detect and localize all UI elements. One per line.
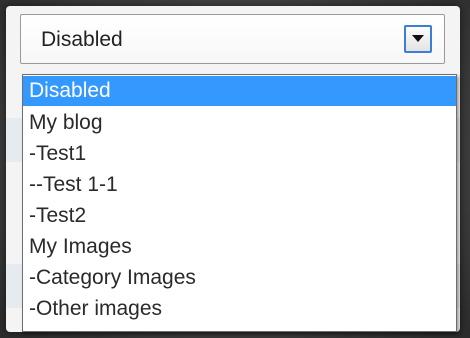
option-item[interactable]: -Test2 [23, 201, 456, 231]
option-item[interactable]: Disabled [23, 76, 456, 106]
chevron-down-icon [412, 35, 424, 42]
options-list[interactable]: Disabled My blog -Test1 --Test 1-1 -Test… [22, 74, 457, 332]
option-item[interactable]: -Other images [23, 294, 456, 324]
option-item[interactable]: My blog [23, 108, 456, 138]
option-item[interactable]: -Category Images [23, 263, 456, 293]
category-select[interactable]: Disabled [20, 14, 445, 64]
option-item[interactable]: --Test 1-1 [23, 170, 456, 200]
dropdown-toggle-button[interactable] [404, 25, 432, 53]
option-item[interactable]: -Test1 [23, 139, 456, 169]
option-item[interactable]: My Images [23, 232, 456, 262]
select-current-value: Disabled [41, 28, 123, 51]
